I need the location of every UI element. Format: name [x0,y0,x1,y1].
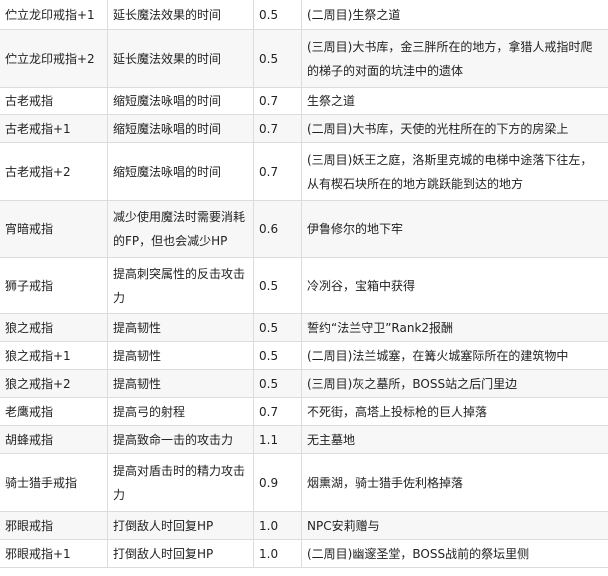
ring-effect: 提高韧性 [107,313,254,342]
ring-location: (二周目)幽邃圣堂，BOSS战前的祭坛里侧 [301,539,608,568]
ring-effect: 提高对盾击时的精力攻击力 [107,453,254,512]
table-row: 宵暗戒指 减少使用魔法时需要消耗的FP，但也会减少HP 0.6 伊鲁修尔的地下牢 [0,200,608,258]
ring-name: 狼之戒指 [0,313,108,342]
ring-effect: 延长魔法效果的时间 [107,0,254,30]
ring-location: (三周目)大书库，金三胖所在的地方，拿猎人戒指时爬的梯子的对面的坑洼中的遗体 [301,29,608,88]
ring-name: 邪眼戒指 [0,511,108,540]
table-row: 邪眼戒指 打倒敌人时回复HP 1.0 NPC安莉赠与 [0,511,608,540]
table-row: 狼之戒指+2 提高韧性 0.5 (三周目)灰之墓所，BOSS站之后门里边 [0,369,608,398]
ring-location: 冷冽谷，宝箱中获得 [301,257,608,314]
table-row: 老鹰戒指 提高弓的射程 0.7 不死街，高塔上投标枪的巨人掉落 [0,397,608,426]
ring-name: 狼之戒指+1 [0,341,108,370]
ring-effect: 减少使用魔法时需要消耗的FP，但也会减少HP [107,200,254,258]
ring-name: 伫立龙印戒指+2 [0,29,108,88]
ring-effect: 提高韧性 [107,341,254,370]
ring-location: 伊鲁修尔的地下牢 [301,200,608,258]
table-row: 伫立龙印戒指+2 延长魔法效果的时间 0.5 (三周目)大书库，金三胖所在的地方… [0,29,608,88]
ring-table: 伫立龙印戒指+1 延长魔法效果的时间 0.5 (二周目)生祭之道 伫立龙印戒指+… [0,0,608,568]
ring-location: (三周目)妖王之庭，洛斯里克城的电梯中途落下往左，从有楔石块所在的地方跳跃能到达… [301,142,608,201]
table-row: 狼之戒指+1 提高韧性 0.5 (二周目)法兰城塞，在篝火城塞际所在的建筑物中 [0,341,608,370]
ring-weight: 0.7 [253,397,302,426]
ring-weight: 1.1 [253,425,302,454]
ring-location: 不死街，高塔上投标枪的巨人掉落 [301,397,608,426]
table-row: 骑士猎手戒指 提高对盾击时的精力攻击力 0.9 烟熏湖，骑士猎手佐利格掉落 [0,453,608,512]
ring-weight: 0.9 [253,453,302,512]
ring-weight: 1.0 [253,539,302,568]
ring-effect: 提高致命一击的攻击力 [107,425,254,454]
ring-name: 古老戒指+1 [0,114,108,143]
ring-weight: 0.6 [253,200,302,258]
table-row: 胡蜂戒指 提高致命一击的攻击力 1.1 无主墓地 [0,425,608,454]
ring-effect: 提高弓的射程 [107,397,254,426]
ring-weight: 0.5 [253,0,302,30]
ring-weight: 0.5 [253,29,302,88]
ring-effect: 提高韧性 [107,369,254,398]
ring-location: 生祭之道 [301,87,608,115]
ring-effect: 缩短魔法咏唱的时间 [107,142,254,201]
ring-effect: 缩短魔法咏唱的时间 [107,114,254,143]
table-row: 邪眼戒指+1 打倒敌人时回复HP 1.0 (二周目)幽邃圣堂，BOSS战前的祭坛… [0,539,608,568]
ring-name: 伫立龙印戒指+1 [0,0,108,30]
ring-location: NPC安莉赠与 [301,511,608,540]
table-row: 狮子戒指 提高刺突属性的反击攻击力 0.5 冷冽谷，宝箱中获得 [0,257,608,314]
ring-weight: 0.5 [253,341,302,370]
ring-name: 狼之戒指+2 [0,369,108,398]
ring-effect: 缩短魔法咏唱的时间 [107,87,254,115]
ring-name: 古老戒指+2 [0,142,108,201]
table-row: 古老戒指 缩短魔法咏唱的时间 0.7 生祭之道 [0,87,608,115]
ring-name: 老鹰戒指 [0,397,108,426]
ring-location: 无主墓地 [301,425,608,454]
ring-location: (二周目)大书库，天使的光柱所在的下方的房梁上 [301,114,608,143]
ring-location: (二周目)生祭之道 [301,0,608,30]
ring-table-body: 伫立龙印戒指+1 延长魔法效果的时间 0.5 (二周目)生祭之道 伫立龙印戒指+… [0,0,608,568]
ring-location: 烟熏湖，骑士猎手佐利格掉落 [301,453,608,512]
ring-effect: 延长魔法效果的时间 [107,29,254,88]
ring-location: (二周目)法兰城塞，在篝火城塞际所在的建筑物中 [301,341,608,370]
ring-weight: 0.5 [253,369,302,398]
ring-weight: 0.7 [253,142,302,201]
table-row: 古老戒指+1 缩短魔法咏唱的时间 0.7 (二周目)大书库，天使的光柱所在的下方… [0,114,608,143]
table-row: 狼之戒指 提高韧性 0.5 誓约“法兰守卫”Rank2报酬 [0,313,608,342]
ring-effect: 提高刺突属性的反击攻击力 [107,257,254,314]
ring-name: 骑士猎手戒指 [0,453,108,512]
ring-weight: 0.7 [253,114,302,143]
ring-location: (三周目)灰之墓所，BOSS站之后门里边 [301,369,608,398]
ring-weight: 0.5 [253,313,302,342]
ring-effect: 打倒敌人时回复HP [107,539,254,568]
ring-effect: 打倒敌人时回复HP [107,511,254,540]
ring-location: 誓约“法兰守卫”Rank2报酬 [301,313,608,342]
table-row: 伫立龙印戒指+1 延长魔法效果的时间 0.5 (二周目)生祭之道 [0,0,608,30]
table-row: 古老戒指+2 缩短魔法咏唱的时间 0.7 (三周目)妖王之庭，洛斯里克城的电梯中… [0,142,608,201]
ring-name: 胡蜂戒指 [0,425,108,454]
ring-name: 狮子戒指 [0,257,108,314]
ring-weight: 0.7 [253,87,302,115]
ring-weight: 0.5 [253,257,302,314]
ring-name: 宵暗戒指 [0,200,108,258]
ring-name: 古老戒指 [0,87,108,115]
ring-name: 邪眼戒指+1 [0,539,108,568]
ring-weight: 1.0 [253,511,302,540]
